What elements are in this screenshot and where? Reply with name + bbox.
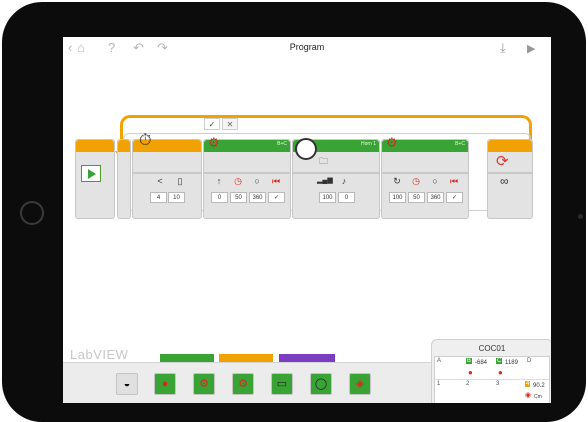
speed-icon: ◷ <box>412 176 420 186</box>
port-label: B+C <box>455 141 465 147</box>
play-icon[interactable] <box>81 165 101 182</box>
steering-icon: ⚙ <box>208 135 220 150</box>
move2-value-2[interactable]: 50 <box>408 192 425 203</box>
port-c-value: 1189 <box>505 360 518 366</box>
block-palette: LabVIEW ◒ ● ⚙ ⚙ ▭ ◯ ◈ COC01 A B -684 ● C… <box>63 339 551 403</box>
port-2-label: 2 <box>466 381 470 387</box>
loop-end-block[interactable]: ⟳ ∞ <box>487 139 533 219</box>
wait-block[interactable]: ⏱ < ▯ 4 10 <box>132 133 202 219</box>
compare-icon: < <box>157 176 163 186</box>
palette-block-move-tank[interactable]: ⚙ <box>232 373 254 395</box>
move-steering-block-2[interactable]: B+C ⚙ ↻ ◷ ○ ⏮ 100 50 360 ✓ <box>381 135 469 219</box>
rotate-icon: ↻ <box>393 176 401 186</box>
sound-value-2[interactable]: 0 <box>338 192 355 203</box>
direction-icon: ↑ <box>216 176 222 186</box>
sound-block[interactable]: Horn 1 🗀 ▂▄▆ ♪ 100 0 <box>292 138 380 219</box>
palette-block-display[interactable]: ▭ <box>271 373 293 395</box>
loop-start-block[interactable] <box>117 139 131 219</box>
port-label: B+C <box>277 141 287 147</box>
port-1-label: 1 <box>437 381 441 387</box>
top-bar: ‹ ⌂ ? ↶ ↷ Program ⤓ ▶ <box>63 37 551 59</box>
wait-value-2[interactable]: 10 <box>168 192 185 203</box>
ultrasonic-sensor-icon: ◉ <box>525 392 532 399</box>
palette-block-sound[interactable]: ◯ <box>310 373 332 395</box>
speed-icon: ◷ <box>234 176 242 186</box>
palette-block-move-steering[interactable]: ⚙ <box>193 373 215 395</box>
start-block[interactable] <box>75 139 115 219</box>
wait-value-1[interactable]: 4 <box>150 192 167 203</box>
volume-icon: ▂▄▆ <box>317 177 333 184</box>
loop-count[interactable]: ∞ <box>500 174 509 188</box>
move1-value-4[interactable]: ✓ <box>268 192 285 203</box>
sound-value-1[interactable]: 100 <box>319 192 336 203</box>
note-icon: ♪ <box>341 176 347 186</box>
move-steering-block-1[interactable]: B+C ⚙ ↑ ◷ ○ ⏮ 0 50 360 ✓ <box>203 135 291 219</box>
move2-value-3[interactable]: 360 <box>427 192 444 203</box>
move1-value-2[interactable]: 50 <box>230 192 247 203</box>
close-tab[interactable]: ✕ <box>222 118 238 130</box>
folder-icon: 🗀 <box>319 156 329 166</box>
palette-block-large-motor[interactable]: ● <box>154 373 176 395</box>
port-d-label: D <box>527 358 532 364</box>
home-button[interactable] <box>20 201 44 225</box>
port-4-unit: Cm <box>534 394 542 400</box>
sound-file-label: Horn 1 <box>360 141 376 147</box>
steering-icon: ⚙ <box>386 135 398 150</box>
camera-dot <box>578 214 583 219</box>
port-4-label: 4 <box>525 381 531 387</box>
app-screen: ‹ ⌂ ? ↶ ↷ Program ⤓ ▶ ✓ ✕ ⏱ < ▯ 4 10 B+C… <box>63 37 551 403</box>
port-b-label: B <box>466 358 473 364</box>
port-b-value: -684 <box>475 360 488 366</box>
move1-value-1[interactable]: 0 <box>211 192 228 203</box>
port-a-label: A <box>437 358 442 364</box>
palette-block-medium-motor[interactable]: ◒ <box>116 373 138 395</box>
move2-value-1[interactable]: 100 <box>389 192 406 203</box>
move2-value-4[interactable]: ✓ <box>446 192 463 203</box>
brick-panel[interactable]: COC01 A B -684 ● C 1189 ● D 1 2 3 4 90.2 <box>431 339 551 403</box>
motor-c-icon: ● <box>498 368 503 377</box>
tablet-frame: ‹ ⌂ ? ↶ ↷ Program ⤓ ▶ ✓ ✕ ⏱ < ▯ 4 10 B+C… <box>2 2 586 422</box>
brake-icon: ⏮ <box>449 176 459 186</box>
run-icon[interactable]: ▶ <box>527 41 535 57</box>
check-tab[interactable]: ✓ <box>204 118 220 130</box>
motor-b-icon: ● <box>468 368 473 377</box>
loop-icon: ⟳ <box>496 153 509 170</box>
degrees-icon: ○ <box>254 176 260 186</box>
palette-block-brick-light[interactable]: ◈ <box>349 373 371 395</box>
port-c-label: C <box>496 358 503 364</box>
brake-icon: ⏮ <box>271 176 281 186</box>
port-3-label: 3 <box>496 381 500 387</box>
port-4-value: 90.2 <box>533 383 545 389</box>
program-canvas[interactable]: ✓ ✕ ⏱ < ▯ 4 10 B+C ⚙ ↑ ◷ ○ ⏮ 0 50 360 ✓ … <box>63 59 551 357</box>
degrees-icon: ○ <box>432 176 438 186</box>
port-view: A B -684 ● C 1189 ● D 1 2 3 4 90.2 ◉ Cm <box>434 356 550 403</box>
move1-value-3[interactable]: 360 <box>249 192 266 203</box>
download-icon[interactable]: ⤓ <box>500 40 506 56</box>
timer-icon: ⏱ <box>139 132 152 149</box>
brick-name: COC01 <box>478 344 506 353</box>
labview-logo: LabVIEW <box>70 347 129 362</box>
speaker-icon <box>295 138 317 160</box>
threshold-icon: ▯ <box>177 176 183 186</box>
page-title: Program <box>289 42 325 52</box>
